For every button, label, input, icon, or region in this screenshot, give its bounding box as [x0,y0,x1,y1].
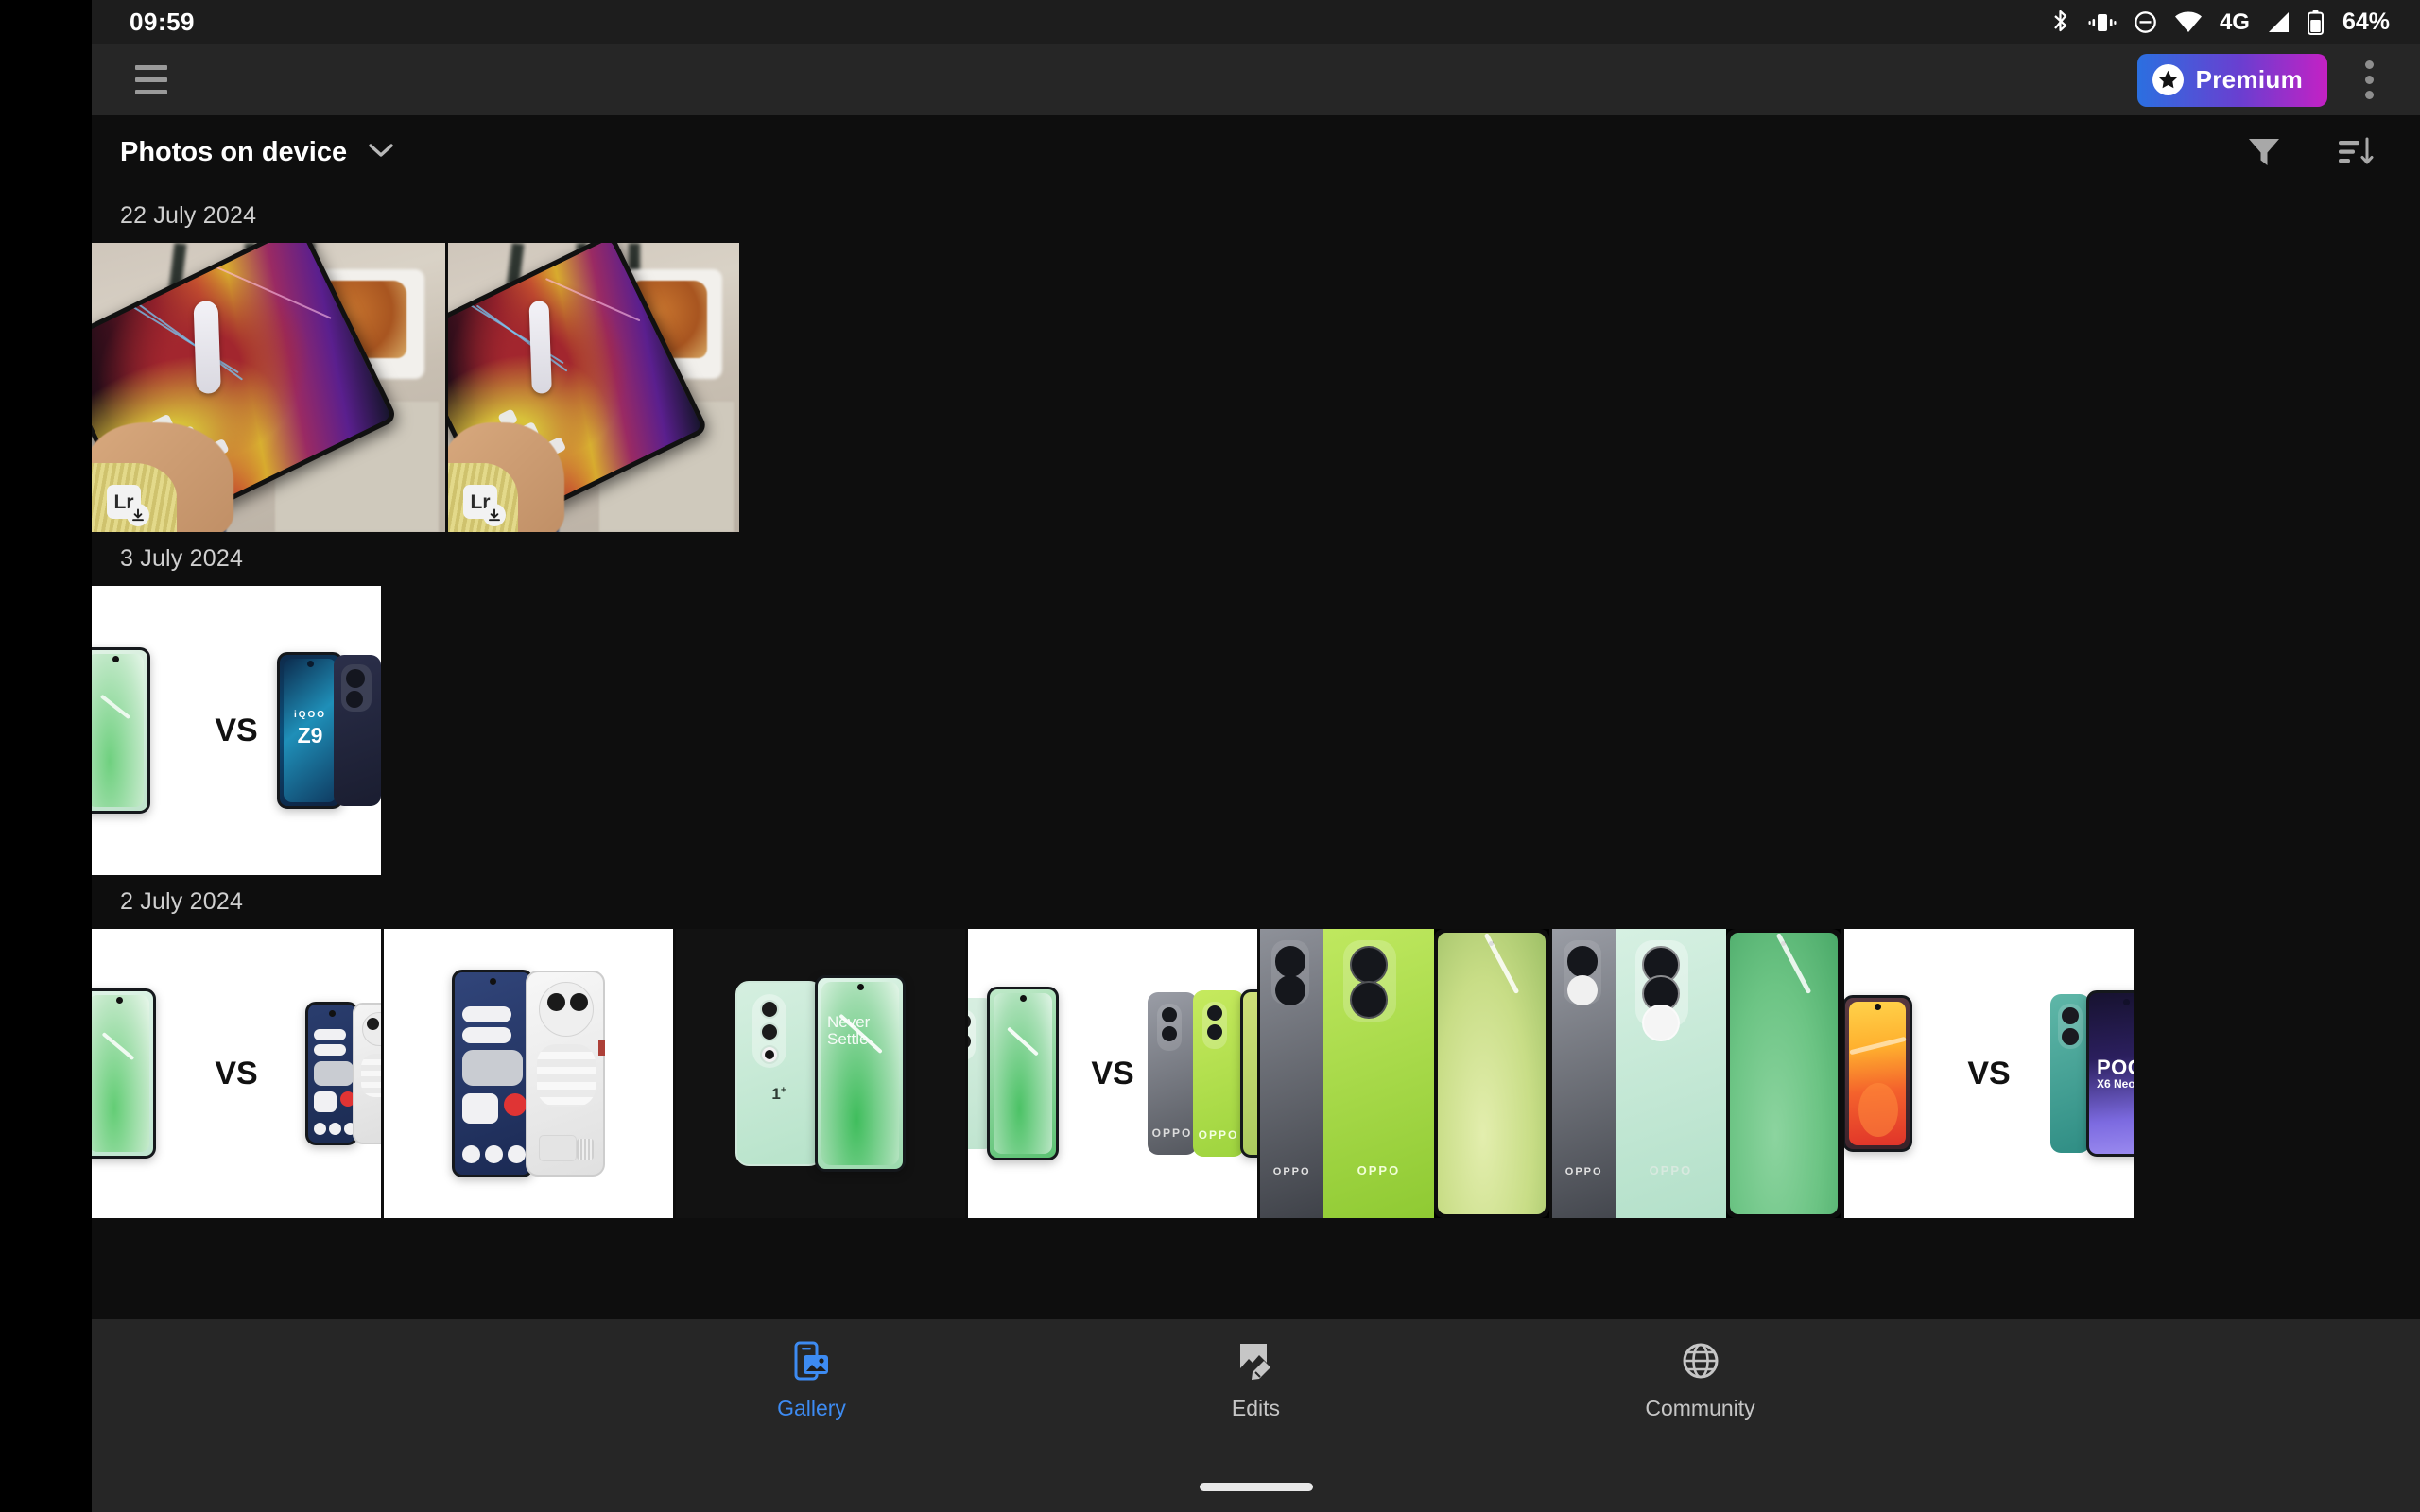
hamburger-line [135,65,167,70]
date-group-header: 2 July 2024 [120,888,244,915]
cellular-network-label: 4G [2219,9,2250,35]
app-bar: Premium [92,44,2420,115]
bottom-navigation-bar: Gallery Edits Community [92,1319,2420,1512]
lightroom-badge: Lr [107,485,149,526]
star-badge-icon [2152,64,2184,95]
download-icon [483,504,506,526]
vs-label: VS [1967,1055,2011,1091]
gallery-header: Photos on device [92,115,2420,189]
chevron-down-icon [368,142,394,163]
photo-thumbnail[interactable]: OPPO OPPO [1552,929,1841,1218]
status-clock: 09:59 [130,8,195,36]
photo-content-nord-never-settle: 1+ Never Settle [676,929,965,1218]
hamburger-line [135,90,167,94]
photo-row: VS iQOO Z9 [92,586,2420,875]
gallery-phone-image-icon [791,1340,833,1386]
photo-content-nothing-phone [384,929,673,1218]
photo-thumbnail[interactable]: OPPO OPPO [1260,929,1549,1218]
vibrate-icon [2088,11,2117,34]
home-indicator[interactable] [1199,1483,1313,1491]
photo-thumbnail[interactable]: VS POCO X6 Neo 5 [1844,929,2134,1218]
bottom-nav-item-community[interactable]: Community [1592,1340,1809,1421]
kebab-menu-icon[interactable] [2344,51,2394,110]
gallery-grid[interactable]: 22 July 2024 Lr Lr 3 July 2024 VS iQOO Z… [92,189,2420,1319]
album-title: Photos on device [120,136,348,167]
vs-label: VS [1091,1055,1134,1091]
filter-funnel-icon[interactable] [2238,127,2290,178]
photo-content-vs-comparison: VS POCO X6 Neo 5 [1844,929,2134,1218]
status-bar: 09:59 4G 64% [92,0,2420,44]
gallery-header-tools [2238,127,2382,178]
vs-label: VS [215,712,258,748]
photo-thumbnail[interactable]: VS [92,929,381,1218]
kebab-dot [2364,91,2374,99]
battery-icon [2307,9,2324,35]
bottom-nav-label: Gallery [777,1396,846,1420]
kebab-dot [2364,60,2374,69]
image-pencil-edit-icon [1236,1340,1277,1386]
wifi-icon [2174,11,2203,33]
globe-icon [1680,1340,1721,1386]
bluetooth-icon [2050,9,2071,35]
photo-content-oppo-lime: OPPO OPPO [1260,929,1549,1218]
app-viewport: 09:59 4G 64% Premium Photos on device 22… [92,0,2420,1512]
photo-thumbnail[interactable]: 1+ Never Settle [676,929,965,1218]
hamburger-line [135,77,167,82]
do-not-disturb-icon [2134,10,2157,34]
date-group-header: 3 July 2024 [120,545,244,572]
kebab-dot [2364,76,2374,84]
photo-row: VS 1+ Never Settle VS OPPO OPPO OPPO OPP… [92,929,2420,1218]
photo-thumbnail[interactable]: Lr [92,243,445,532]
hamburger-menu-icon[interactable] [120,49,182,112]
cellular-signal-icon [2267,11,2290,33]
bottom-nav-items: Gallery Edits Community [92,1319,2420,1421]
sort-descending-icon[interactable] [2331,127,2382,178]
photo-row: Lr Lr [92,243,2420,532]
album-selector[interactable]: Photos on device [120,137,394,168]
premium-button-label: Premium [2195,65,2303,94]
screen-root: 09:59 4G 64% Premium Photos on device 22… [0,0,2420,1512]
photo-content-tablet-scene [92,243,445,532]
photo-content-oppo-mint: OPPO OPPO [1552,929,1841,1218]
photo-content-vs-comparison: VS OPPO OPPO [968,929,1257,1218]
bottom-nav-item-gallery[interactable]: Gallery [703,1340,921,1421]
photo-content-vs-comparison: VS [92,929,381,1218]
bottom-nav-label: Edits [1231,1396,1281,1420]
photo-thumbnail[interactable] [384,929,673,1218]
photo-thumbnail[interactable]: Lr [448,243,739,532]
status-icons: 4G 64% [2050,9,2390,36]
download-icon [127,504,149,526]
vs-label: VS [215,1055,258,1091]
photo-thumbnail[interactable]: VS OPPO OPPO [968,929,1257,1218]
bottom-nav-item-edits[interactable]: Edits [1148,1340,1365,1421]
battery-percent-label: 64% [2342,9,2390,35]
app-bar-actions: Premium [2136,51,2394,110]
date-group-header: 22 July 2024 [120,202,257,229]
bottom-nav-label: Community [1645,1396,1755,1420]
photo-content-vs-comparison: VS iQOO Z9 [92,586,381,875]
premium-button[interactable]: Premium [2136,53,2327,107]
photo-thumbnail[interactable]: VS iQOO Z9 [92,586,381,875]
lightroom-badge: Lr [463,485,506,526]
